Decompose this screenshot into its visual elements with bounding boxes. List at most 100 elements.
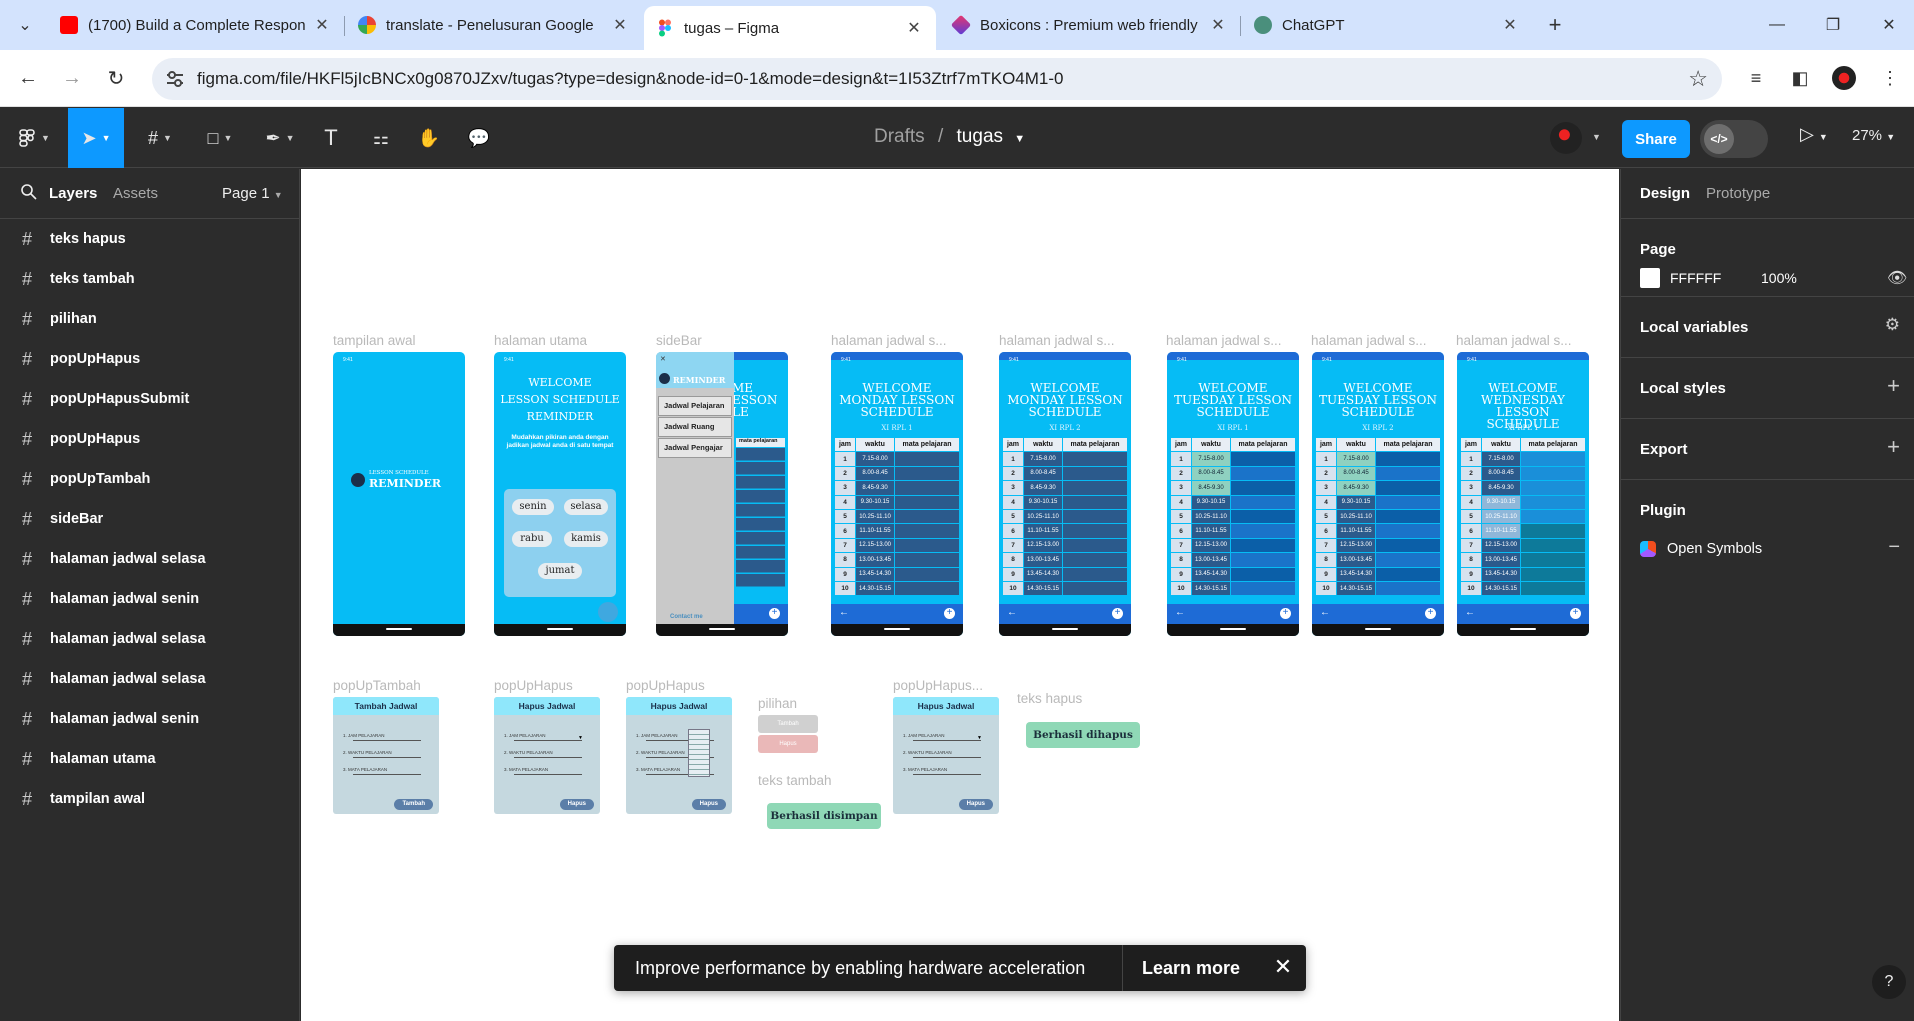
toast-saved[interactable]: Berhasil disimpan: [767, 803, 881, 829]
media-control-icon[interactable]: ≡: [1742, 64, 1770, 92]
table-row[interactable]: 1 7.15-8.00: [1171, 452, 1295, 466]
table-row[interactable]: 9 13.45-14.30: [1003, 567, 1127, 581]
reload-icon[interactable]: ↻: [100, 62, 132, 94]
browser-tab-google[interactable]: translate - Penelusuran Google ✕: [346, 6, 642, 44]
chevron-down-icon[interactable]: ▼: [1014, 133, 1025, 145]
close-icon[interactable]: ✕: [660, 355, 666, 363]
layer-item[interactable]: # pilihan: [0, 299, 299, 339]
popup-hapus-open[interactable]: Hapus Jadwal 1. JAM PELAJARAN 2. WAKTU P…: [626, 697, 732, 814]
add-style-icon[interactable]: +: [1887, 373, 1900, 399]
browser-tab-chatgpt[interactable]: ChatGPT ✕: [1242, 6, 1532, 44]
frame-label[interactable]: popUpHapus...: [893, 678, 983, 693]
minimize-icon[interactable]: —: [1762, 10, 1792, 40]
new-tab-icon[interactable]: +: [1540, 10, 1570, 40]
frame-label[interactable]: popUpHapus: [626, 678, 705, 693]
layer-item[interactable]: # popUpHapusSubmit: [0, 379, 299, 419]
forward-icon[interactable]: →: [56, 62, 88, 94]
table-row[interactable]: 3 8.45-9.30: [835, 481, 959, 495]
table-row[interactable]: 5 10.25-11.10: [1003, 509, 1127, 524]
tab-search-icon[interactable]: ⌄: [10, 10, 40, 40]
day-button-jumat[interactable]: jumat: [538, 563, 582, 579]
comment-tool-icon[interactable]: 💬: [464, 120, 494, 156]
back-arrow-icon[interactable]: ←: [839, 607, 849, 618]
day-button-rabu[interactable]: rabu: [512, 531, 552, 547]
frame-schedule[interactable]: WELCOME TUESDAY LESSON SCHEDULE XI RPL 1 jam…: [1167, 352, 1299, 636]
table-row[interactable]: 4 9.30-10.15: [1461, 495, 1585, 509]
table-row[interactable]: 5 10.25-11.10: [1316, 509, 1440, 524]
back-icon[interactable]: ←: [12, 62, 44, 94]
close-tab-icon[interactable]: ✕: [1500, 15, 1520, 35]
table-row[interactable]: 6 11.10-11.55: [835, 524, 959, 538]
back-arrow-icon[interactable]: ←: [1465, 607, 1475, 618]
table-row[interactable]: 2 8.00-8.45: [1316, 466, 1440, 481]
table-row[interactable]: 8 13.00-13.45: [835, 553, 959, 567]
table-row[interactable]: 10 14.30-15.15: [1171, 581, 1295, 596]
table-row[interactable]: 6 11.10-11.55: [1003, 524, 1127, 538]
table-row[interactable]: 7 12.15-13.00: [1171, 538, 1295, 553]
layer-item[interactable]: # teks hapus: [0, 219, 299, 259]
table-row[interactable]: 9 13.45-14.30: [1316, 567, 1440, 581]
browser-tab-figma[interactable]: tugas – Figma ✕: [644, 6, 936, 50]
chevron-down-icon[interactable]: ▼: [1592, 132, 1601, 142]
table-row[interactable]: 6 11.10-11.55: [1171, 524, 1295, 538]
table-row[interactable]: 8 13.00-13.45: [1003, 553, 1127, 567]
page-selector[interactable]: Page 1 ▼: [222, 185, 283, 202]
page-opacity[interactable]: 100%: [1761, 270, 1797, 286]
table-row[interactable]: 10 14.30-15.15: [1003, 581, 1127, 596]
learn-more-button[interactable]: Learn more: [1142, 958, 1240, 979]
add-icon[interactable]: +: [1280, 608, 1291, 619]
layer-item[interactable]: # sideBar: [0, 499, 299, 539]
zoom-level[interactable]: 27% ▼: [1852, 127, 1895, 144]
resources-icon[interactable]: ⚏: [366, 120, 396, 156]
frame-tool-icon[interactable]: # ▼: [138, 120, 182, 156]
pilihan-hapus[interactable]: Hapus: [758, 735, 818, 753]
table-row[interactable]: 1 7.15-8.00: [1003, 452, 1127, 466]
day-button-senin[interactable]: senin: [512, 499, 554, 515]
table-row[interactable]: 9 13.45-14.30: [835, 567, 959, 581]
popup-hapus-submit[interactable]: Hapus Jadwal 1. JAM PELAJARAN ▼ 2. WAKTU …: [893, 697, 999, 814]
shape-tool-icon[interactable]: □ ▼: [198, 120, 242, 156]
close-icon[interactable]: ✕: [1270, 954, 1296, 980]
tab-assets[interactable]: Assets: [113, 185, 158, 202]
sidebar-item-jadwal-ruang[interactable]: Jadwal Ruang: [658, 417, 732, 437]
url-text[interactable]: figma.com/file/HKFl5jIcBNCx0g0870JZxv/tu…: [197, 69, 1064, 89]
layer-item[interactable]: # halaman jadwal senin: [0, 579, 299, 619]
layer-item[interactable]: # tampilan awal: [0, 779, 299, 819]
dev-mode-toggle[interactable]: </>: [1700, 120, 1768, 158]
move-tool-icon[interactable]: ➤ ▼: [68, 108, 124, 168]
tab-prototype[interactable]: Prototype: [1706, 185, 1770, 202]
day-button-selasa[interactable]: selasa: [564, 499, 608, 515]
layer-item[interactable]: # halaman utama: [0, 739, 299, 779]
frame-label[interactable]: pilihan: [758, 696, 797, 711]
profile-avatar[interactable]: [1830, 64, 1858, 92]
table-row[interactable]: 8 13.00-13.45: [1316, 553, 1440, 567]
dropdown-icon[interactable]: ▼: [578, 735, 583, 741]
layer-item[interactable]: # halaman jadwal selasa: [0, 619, 299, 659]
frame-halaman-utama[interactable]: 9:41 WELCOME LESSON SCHEDULE REMINDER Mu…: [494, 352, 626, 636]
restore-icon[interactable]: ❐: [1818, 10, 1848, 40]
table-row[interactable]: 5 10.25-11.10: [1171, 509, 1295, 524]
search-icon[interactable]: [20, 183, 38, 201]
frame-label[interactable]: halaman jadwal s...: [999, 333, 1115, 348]
table-row[interactable]: 3 8.45-9.30: [1171, 481, 1295, 495]
table-row[interactable]: 7 12.15-13.00: [835, 538, 959, 553]
frame-schedule[interactable]: WELCOME WEDNESDAY LESSON SCHEDULE XI RPL 1 j…: [1457, 352, 1589, 636]
text-tool-icon[interactable]: T: [316, 120, 346, 156]
url-bar[interactable]: figma.com/file/HKFl5jIcBNCx0g0870JZxv/tu…: [152, 58, 1722, 100]
frame-tampilan-awal[interactable]: 9:41 LESSON SCHEDULE REMINDER: [333, 352, 465, 636]
table-row[interactable]: 2 8.00-8.45: [1461, 466, 1585, 481]
toast-deleted[interactable]: Berhasil dihapus: [1026, 722, 1140, 748]
contact-link[interactable]: Contact me: [670, 614, 703, 620]
frame-label[interactable]: popUpTambah: [333, 678, 421, 693]
user-avatar[interactable]: [1550, 122, 1582, 154]
back-arrow-icon[interactable]: ←: [1175, 607, 1185, 618]
close-window-icon[interactable]: ✕: [1874, 10, 1904, 40]
dropdown-list[interactable]: [688, 729, 710, 777]
table-row[interactable]: 1 7.15-8.00: [1316, 452, 1440, 466]
back-arrow-icon[interactable]: ←: [1007, 607, 1017, 618]
layer-item[interactable]: # popUpHapus: [0, 339, 299, 379]
add-icon[interactable]: +: [1112, 608, 1123, 619]
site-settings-icon[interactable]: [164, 68, 186, 90]
table-row[interactable]: 6 11.10-11.55: [1316, 524, 1440, 538]
eye-icon[interactable]: 👁: [1887, 268, 1907, 288]
